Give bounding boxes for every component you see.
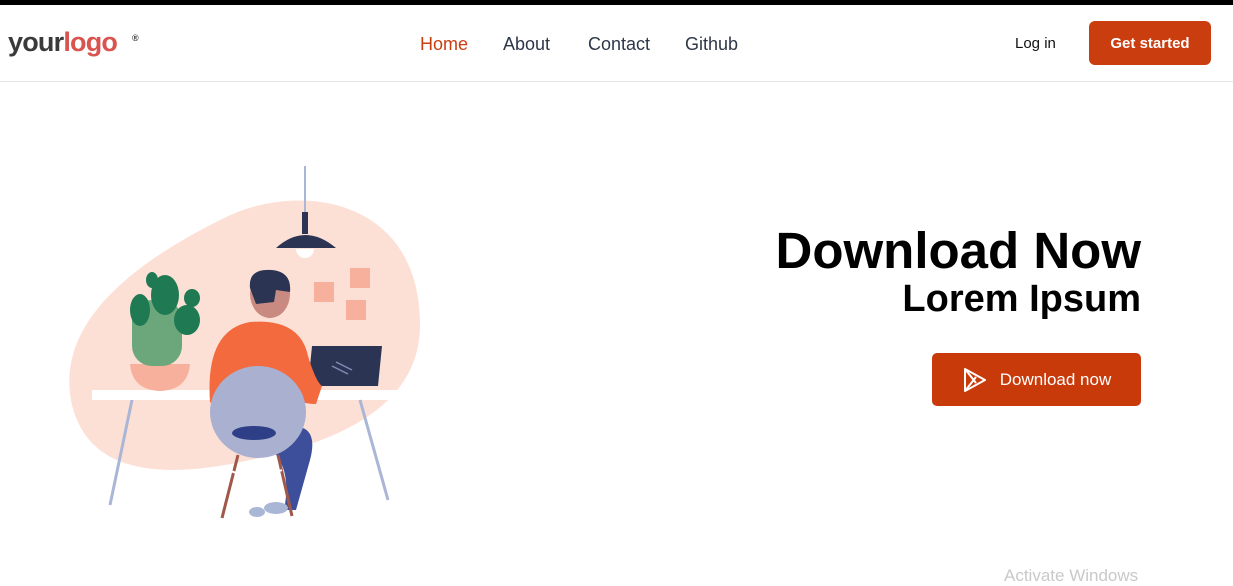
wall-square: [350, 268, 370, 288]
wall-square: [314, 282, 334, 302]
chair-seat-hole: [232, 426, 276, 440]
person-shoe: [249, 507, 265, 517]
person-shoe: [264, 502, 288, 514]
registered-mark: ®: [132, 33, 139, 43]
nav-home-link[interactable]: Home: [420, 33, 468, 55]
download-now-button[interactable]: Download now: [932, 353, 1141, 406]
activate-windows-watermark: Activate Windows: [1004, 566, 1139, 585]
hero-subtitle: Lorem Ipsum: [902, 278, 1141, 320]
play-store-icon: [963, 367, 986, 392]
navbar: yourlogo ® Home About Contact Github Log…: [0, 5, 1233, 82]
hero-illustration: [69, 166, 420, 519]
login-link[interactable]: Log in: [1015, 34, 1056, 54]
nav-contact-link[interactable]: Contact: [588, 33, 650, 55]
logo-word-your: your: [8, 27, 64, 57]
nav-github-link[interactable]: Github: [685, 33, 738, 55]
hero-title: Download Now: [775, 222, 1141, 279]
cactus-arm: [184, 289, 200, 307]
nav-about-link[interactable]: About: [503, 33, 550, 55]
lamp-stem: [302, 212, 308, 234]
cactus-arm: [174, 305, 200, 335]
logo[interactable]: yourlogo ®: [8, 25, 139, 59]
download-now-label: Download now: [999, 369, 1112, 389]
wall-square: [346, 300, 366, 320]
cactus-arm: [130, 294, 150, 326]
cactus-arm: [146, 272, 158, 288]
chair-back: [210, 366, 306, 458]
logo-word-logo: logo: [63, 27, 118, 57]
desk-leg: [358, 399, 390, 501]
get-started-button[interactable]: Get started: [1089, 21, 1211, 65]
